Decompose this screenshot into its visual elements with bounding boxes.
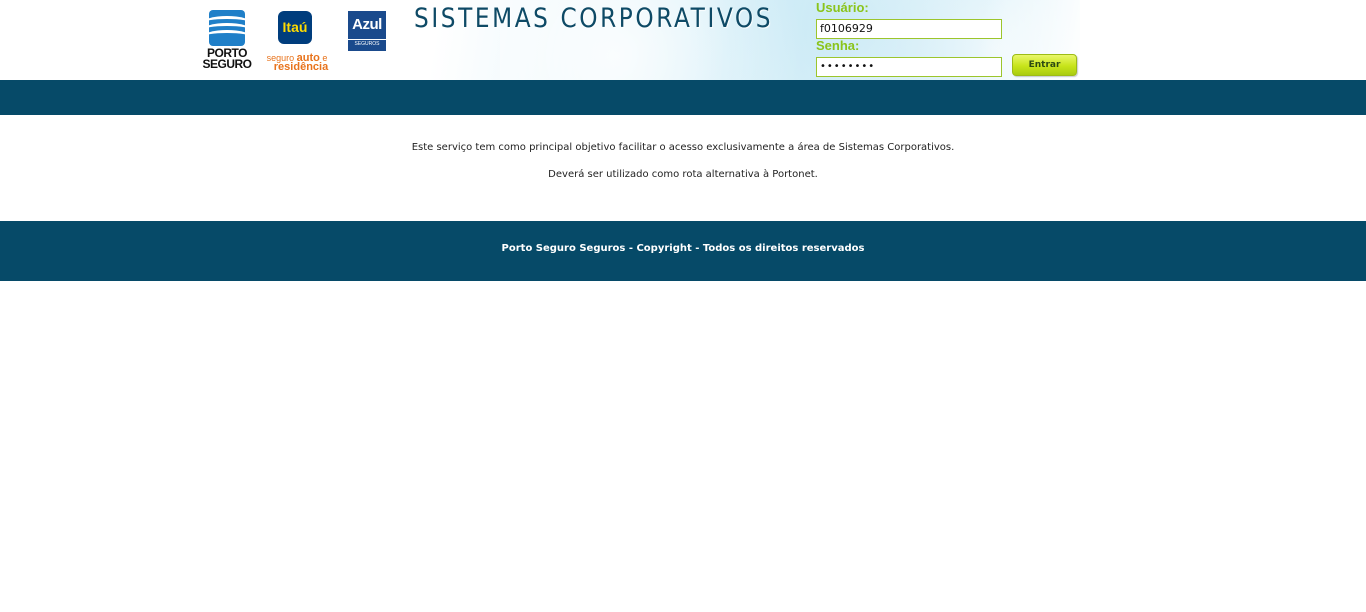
azul-logo-word: Azul xyxy=(352,16,382,33)
porto-logo-line2: SEGURO xyxy=(202,57,252,71)
porto-seguro-logo-text: PORTO SEGURO xyxy=(202,47,252,71)
intro-text: Este serviço tem como principal objetivo… xyxy=(411,142,955,153)
top-banner-bar xyxy=(0,80,1366,115)
porto-seguro-waves-icon xyxy=(209,10,245,46)
password-label: Senha: xyxy=(816,38,860,53)
header: PORTO SEGURO Itaú seguro auto e residênc… xyxy=(0,0,1366,80)
login-submit-button[interactable]: Entrar xyxy=(1012,54,1077,76)
usage-note-text: Deverá ser utilizado como rota alternati… xyxy=(548,169,818,180)
header-inner: PORTO SEGURO Itaú seguro auto e residênc… xyxy=(200,0,1080,80)
itau-sub-residencia: residência xyxy=(273,61,329,73)
itau-logo: Itaú seguro auto e residência xyxy=(264,10,330,74)
azul-seguros-logo: Azul SEGUROS xyxy=(348,11,386,51)
itau-mark-icon: Itaú xyxy=(278,11,312,44)
page-title: SISTEMAS CORPORATIVOS xyxy=(414,3,774,34)
footer: Porto Seguro Seguros - Copyright - Todos… xyxy=(0,221,1366,281)
username-field[interactable]: f0106929 xyxy=(816,19,1002,39)
azul-logo-sub: SEGUROS xyxy=(348,39,386,47)
password-field[interactable]: •••••••• xyxy=(816,57,1002,77)
main-content: Este serviço tem como principal objetivo… xyxy=(0,115,1366,221)
copyright-text: Porto Seguro Seguros - Copyright - Todos… xyxy=(501,243,865,254)
username-label: Usuário: xyxy=(816,0,869,15)
porto-seguro-logo: PORTO SEGURO xyxy=(202,10,252,72)
